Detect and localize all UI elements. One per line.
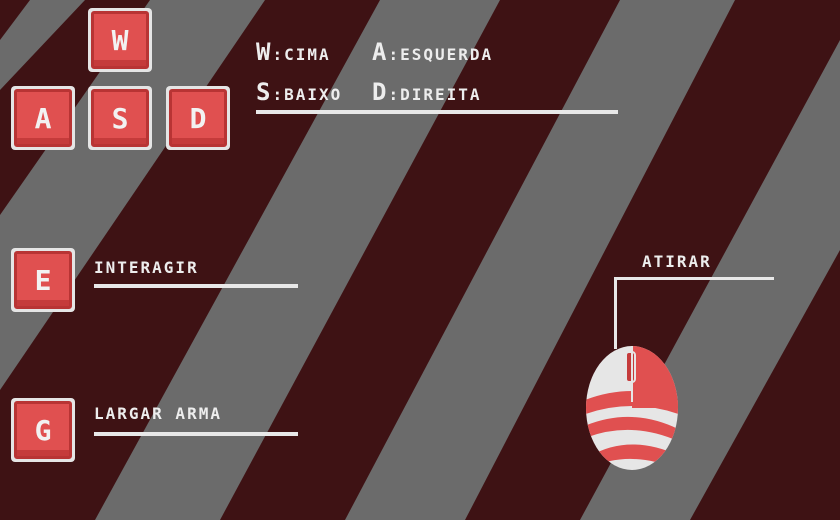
key-d-label: D bbox=[169, 89, 227, 147]
right-text: :DIREITA bbox=[388, 85, 482, 104]
key-w-label: W bbox=[91, 11, 149, 69]
drop-weapon-underline bbox=[94, 432, 298, 436]
key-d: D bbox=[166, 86, 230, 150]
right-instruction: D:DIREITA bbox=[372, 78, 482, 106]
drop-weapon-label: LARGAR ARMA bbox=[94, 404, 222, 423]
key-e-label: E bbox=[14, 251, 72, 309]
shoot-underline bbox=[614, 277, 774, 280]
down-key-letter: S bbox=[256, 78, 273, 106]
key-g-label: G bbox=[14, 401, 72, 459]
interact-label: INTERAGIR bbox=[94, 258, 199, 277]
key-a: A bbox=[11, 86, 75, 150]
shoot-label: ATIRAR bbox=[642, 252, 712, 271]
shoot-pointer-line bbox=[614, 277, 617, 349]
down-text: :BAIXO bbox=[272, 85, 343, 104]
key-a-label: A bbox=[14, 89, 72, 147]
up-text: :CIMA bbox=[272, 45, 331, 64]
down-instruction: S:BAIXO bbox=[256, 78, 342, 106]
up-key-letter: W bbox=[256, 38, 273, 66]
right-key-letter: D bbox=[372, 78, 389, 106]
key-s: S bbox=[88, 86, 152, 150]
left-key-letter: A bbox=[372, 38, 389, 66]
key-g: G bbox=[11, 398, 75, 462]
key-s-label: S bbox=[91, 89, 149, 147]
mouse-icon bbox=[586, 346, 678, 470]
key-w: W bbox=[88, 8, 152, 72]
left-instruction: A:ESQUERDA bbox=[372, 38, 493, 66]
key-e: E bbox=[11, 248, 75, 312]
up-instruction: W:CIMA bbox=[256, 38, 331, 66]
interact-underline bbox=[94, 284, 298, 288]
movement-underline bbox=[256, 110, 618, 114]
left-text: :ESQUERDA bbox=[388, 45, 494, 64]
